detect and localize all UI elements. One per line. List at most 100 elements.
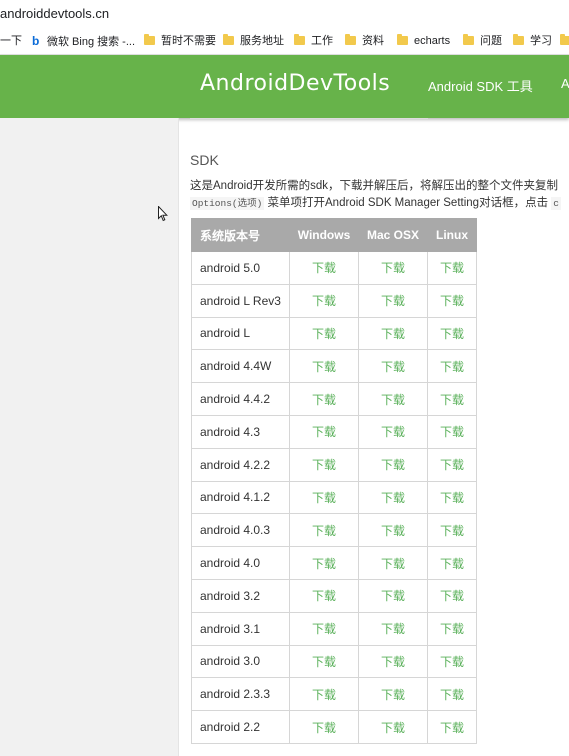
table-row: android 4.0.3 下载 下载 下载 [191, 513, 477, 548]
bookmark-folder-xuexi[interactable]: 学习 [513, 33, 552, 49]
download-link-linux[interactable]: 下载 [427, 677, 477, 712]
download-link-windows[interactable]: 下载 [289, 513, 359, 548]
download-link-linux[interactable]: 下载 [427, 316, 477, 351]
bookmark-0[interactable]: 一下 [0, 33, 22, 49]
download-link-windows[interactable]: 下载 [289, 316, 359, 351]
download-link-linux[interactable]: 下载 [427, 382, 477, 416]
bookmark-folder-ziliao[interactable]: 资料 [345, 33, 384, 49]
table-row: android 3.1 下载 下载 下载 [191, 611, 477, 646]
download-link-windows[interactable]: 下载 [289, 382, 359, 416]
download-link-macosx[interactable]: 下载 [358, 480, 428, 515]
download-link-macosx[interactable]: 下载 [358, 447, 428, 482]
download-link-macosx[interactable]: 下载 [358, 414, 428, 449]
bookmark-folder-zanshi[interactable]: 暂时不需要 [144, 33, 216, 49]
download-link-linux[interactable]: 下载 [427, 283, 477, 318]
site-logo[interactable]: AndroidDevTools [200, 71, 390, 96]
download-link-macosx[interactable]: 下载 [358, 316, 428, 351]
folder-icon [560, 34, 569, 45]
bookmark-folder-gongzuo[interactable]: 工作 [294, 33, 333, 49]
download-link-macosx[interactable]: 下载 [358, 710, 428, 744]
download-link-linux[interactable]: 下载 [427, 447, 477, 482]
download-link-macosx[interactable]: 下载 [358, 283, 428, 318]
bookmark-label: 学习 [530, 35, 552, 47]
download-link-linux[interactable]: 下载 [427, 480, 477, 515]
download-link-windows[interactable]: 下载 [289, 447, 359, 482]
download-link-linux[interactable]: 下载 [427, 251, 477, 285]
download-link-macosx[interactable]: 下载 [358, 546, 428, 580]
bookmark-label: 资料 [362, 35, 384, 47]
folder-icon [397, 34, 408, 45]
version-cell: android 4.0 [191, 546, 290, 580]
table-row: android 5.0 下载 下载 下载 [191, 251, 477, 285]
download-link-linux[interactable]: 下载 [427, 644, 477, 679]
download-link-windows[interactable]: 下载 [289, 349, 359, 384]
download-link-windows[interactable]: 下载 [289, 677, 359, 712]
bookmark-folder-overflow[interactable] [560, 33, 569, 49]
download-link-macosx[interactable]: 下载 [358, 677, 428, 712]
version-cell: android 4.0.3 [191, 513, 290, 548]
nav-android-sdk-tools[interactable]: Android SDK 工具 [428, 76, 533, 95]
bookmark-label: 一下 [0, 35, 22, 47]
table-row: android L Rev3 下载 下载 下载 [191, 283, 477, 318]
col-header-version: 系统版本号 [191, 218, 290, 252]
table-row: android 4.1.2 下载 下载 下载 [191, 480, 477, 515]
table-row: android 4.0 下载 下载 下载 [191, 546, 477, 580]
bookmark-label: 服务地址 [240, 35, 284, 47]
download-link-linux[interactable]: 下载 [427, 546, 477, 580]
bookmark-bing[interactable]: b 微软 Bing 搜索 -... [32, 33, 135, 49]
table-row: android 2.2 下载 下载 下载 [191, 710, 477, 744]
download-link-macosx[interactable]: 下载 [358, 349, 428, 384]
download-link-windows[interactable]: 下载 [289, 644, 359, 679]
col-header-macosx: Mac OSX [358, 218, 428, 252]
version-cell: android L [191, 316, 290, 351]
version-cell: android 4.4.2 [191, 382, 290, 416]
bookmark-folder-echarts[interactable]: echarts [397, 33, 450, 49]
folder-icon [223, 34, 234, 45]
version-cell: android L Rev3 [191, 283, 290, 318]
download-link-linux[interactable]: 下载 [427, 611, 477, 646]
address-text[interactable]: androiddevtools.cn [0, 6, 109, 21]
download-link-windows[interactable]: 下载 [289, 611, 359, 646]
download-link-linux[interactable]: 下载 [427, 414, 477, 449]
divider [190, 118, 428, 119]
download-link-windows[interactable]: 下载 [289, 546, 359, 580]
version-cell: android 4.1.2 [191, 480, 290, 515]
version-cell: android 5.0 [191, 251, 290, 285]
download-link-macosx[interactable]: 下载 [358, 513, 428, 548]
address-bar[interactable]: androiddevtools.cn [0, 0, 569, 29]
table-row: android 4.4W 下载 下载 下载 [191, 349, 477, 384]
bookmark-label: echarts [414, 35, 451, 47]
table-row: android 4.2.2 下载 下载 下载 [191, 447, 477, 482]
download-link-macosx[interactable]: 下载 [358, 644, 428, 679]
bookmark-label: 问题 [480, 35, 502, 47]
download-link-linux[interactable]: 下载 [427, 513, 477, 548]
download-link-linux[interactable]: 下载 [427, 578, 477, 613]
download-link-linux[interactable]: 下载 [427, 710, 477, 744]
table-row: android 2.3.3 下载 下载 下载 [191, 677, 477, 712]
download-link-windows[interactable]: 下载 [289, 414, 359, 449]
download-link-linux[interactable]: 下载 [427, 349, 477, 384]
download-link-macosx[interactable]: 下载 [358, 578, 428, 613]
bookmarks-bar: 一下 b 微软 Bing 搜索 -... 暂时不需要 服务地址 工作 资料 ech… [0, 28, 569, 55]
sdk-description-line1: 这是Android开发所需的sdk，下载并解压后，将解压出的整个文件夹复制 [190, 180, 559, 192]
download-link-windows[interactable]: 下载 [289, 251, 359, 285]
version-cell: android 3.1 [191, 611, 290, 646]
left-sidebar [0, 118, 179, 756]
download-link-windows[interactable]: 下载 [289, 578, 359, 613]
nav-next-item[interactable]: A [561, 76, 569, 91]
desc-text: 菜单项打开Android SDK Manager Setting对话框，点击 [264, 197, 552, 209]
bookmark-folder-wenti[interactable]: 问题 [463, 33, 502, 49]
bookmark-label: 工作 [311, 35, 333, 47]
bookmark-folder-fuwu[interactable]: 服务地址 [223, 33, 284, 49]
table-row: android 4.3 下载 下载 下载 [191, 414, 477, 449]
version-cell: android 4.3 [191, 414, 290, 449]
download-link-macosx[interactable]: 下载 [358, 251, 428, 285]
table-row: android 3.0 下载 下载 下载 [191, 644, 477, 679]
download-link-windows[interactable]: 下载 [289, 283, 359, 318]
download-link-windows[interactable]: 下载 [289, 710, 359, 744]
download-link-macosx[interactable]: 下载 [358, 611, 428, 646]
download-link-windows[interactable]: 下载 [289, 480, 359, 515]
download-link-macosx[interactable]: 下载 [358, 382, 428, 416]
code-options: Options(选项) [190, 197, 265, 210]
col-header-windows: Windows [289, 218, 359, 252]
